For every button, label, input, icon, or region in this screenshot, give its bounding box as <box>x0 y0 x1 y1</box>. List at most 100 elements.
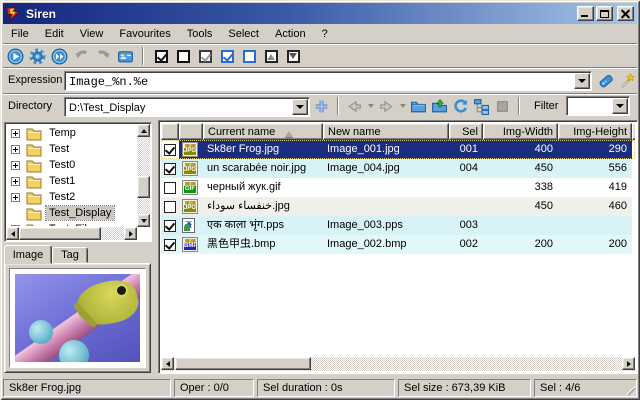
table-row[interactable]: BMP黑色甲虫.bmpImage_002.bmp002200200 <box>161 235 635 254</box>
expand-plus-icon[interactable] <box>11 145 20 154</box>
menu-item-edit[interactable]: Edit <box>37 26 72 42</box>
menu-item-select[interactable]: Select <box>220 26 267 42</box>
invert-check-button[interactable] <box>196 47 214 65</box>
run-button[interactable] <box>6 47 24 65</box>
current-name-cell: Sk8er Frog.jpg <box>203 140 323 159</box>
chevron-down-icon <box>578 79 586 87</box>
menu-item-tools[interactable]: Tools <box>179 26 221 42</box>
row-checkbox[interactable] <box>164 144 176 156</box>
minimize-button[interactable] <box>577 6 594 21</box>
show-tree-button[interactable] <box>472 97 491 116</box>
stop-button[interactable] <box>493 97 512 116</box>
move-up-button[interactable] <box>262 47 280 65</box>
scroll-left-button[interactable] <box>161 357 174 370</box>
tree-item-test_display[interactable]: Test_Display <box>7 205 136 221</box>
directory-input[interactable] <box>66 99 291 116</box>
expand-plus-icon[interactable] <box>11 193 20 202</box>
expand-plus-icon[interactable] <box>11 177 20 186</box>
back-history-dropdown[interactable] <box>366 97 375 116</box>
image-preview-panel <box>4 263 151 373</box>
forward-button[interactable] <box>377 97 396 116</box>
maximize-button[interactable] <box>596 6 613 21</box>
tree-item-temp[interactable]: Temp <box>7 125 136 141</box>
row-checkbox[interactable] <box>164 220 176 232</box>
file-type-cell: JPG <box>179 140 203 159</box>
tag-button[interactable] <box>597 72 615 90</box>
tree-vertical-scrollbar[interactable] <box>137 124 150 227</box>
column-header-sel[interactable]: Sel <box>449 123 483 140</box>
scroll-up-button[interactable] <box>137 124 150 137</box>
chevron-down-icon <box>616 104 624 112</box>
expression-input[interactable] <box>66 73 573 90</box>
row-checkbox[interactable] <box>164 163 176 175</box>
filter-label: Filter <box>534 100 558 112</box>
expand-plus-icon[interactable] <box>11 129 20 138</box>
tree-item-test_fil[interactable]: Test_Fil <box>7 221 136 226</box>
undo-button[interactable] <box>72 47 90 65</box>
forward-history-dropdown[interactable] <box>398 97 407 116</box>
scroll-right-button[interactable] <box>124 227 137 240</box>
close-button[interactable] <box>617 6 634 21</box>
scroll-down-button[interactable] <box>137 214 150 227</box>
menu-item-view[interactable]: View <box>72 26 112 42</box>
row-checkbox[interactable] <box>164 182 176 194</box>
file-list-horizontal-scrollbar[interactable] <box>161 357 635 371</box>
parent-folder-button[interactable] <box>430 97 449 116</box>
filter-dropdown-button[interactable] <box>612 98 628 114</box>
uncheck-selected-button[interactable] <box>240 47 258 65</box>
directory-dropdown-button[interactable] <box>292 99 308 115</box>
uncheck-all-button[interactable] <box>174 47 192 65</box>
browse-folder-button[interactable] <box>409 97 428 116</box>
column-header-img-width[interactable]: Img-Width <box>483 123 558 140</box>
move-down-button[interactable] <box>284 47 302 65</box>
title-bar[interactable]: Siren <box>3 3 637 24</box>
refresh-button[interactable] <box>451 97 470 116</box>
scrollbar-thumb[interactable] <box>19 227 101 240</box>
scroll-left-button[interactable] <box>6 227 19 240</box>
expand-plus-icon[interactable] <box>11 225 20 227</box>
row-checkbox[interactable] <box>164 239 176 251</box>
scrollbar-thumb[interactable] <box>137 176 150 198</box>
tree-item-test1[interactable]: Test1 <box>7 173 136 189</box>
table-row[interactable]: JPGun scarabée noir.jpgImage_004.jpg0044… <box>161 159 635 178</box>
table-row[interactable]: JPGSk8er Frog.jpgImage_001.jpg001400290 <box>161 140 635 159</box>
expression-dropdown-button[interactable] <box>574 73 590 89</box>
resize-grip[interactable] <box>624 384 635 395</box>
add-favourite-button[interactable] <box>312 97 331 116</box>
rename-options-button[interactable] <box>116 47 134 65</box>
expression-divider <box>3 67 637 69</box>
check-selected-button[interactable] <box>218 47 236 65</box>
check-all-button[interactable] <box>152 47 170 65</box>
redo-button[interactable] <box>94 47 112 65</box>
scrollbar-thumb[interactable] <box>175 357 311 370</box>
tree-item-test[interactable]: Test <box>7 141 136 157</box>
file-type-cell <box>179 216 203 235</box>
tree-item-test2[interactable]: Test2 <box>7 189 136 205</box>
tree-item-test0[interactable]: Test0 <box>7 157 136 173</box>
row-checkbox[interactable] <box>164 201 176 213</box>
wizard-button[interactable] <box>618 72 636 90</box>
menu-item-favourites[interactable]: Favourites <box>111 26 178 42</box>
menu-item-action[interactable]: Action <box>267 26 314 42</box>
menu-item-help[interactable]: ? <box>314 26 336 42</box>
tab-tag[interactable]: Tag <box>52 247 88 263</box>
tree-horizontal-scrollbar[interactable] <box>6 227 137 240</box>
column-header-new-name[interactable]: New name <box>323 123 449 140</box>
table-row[interactable]: JPGخنفساء سوداء.jpg450460 <box>161 197 635 216</box>
filter-input[interactable] <box>568 98 611 115</box>
settings-button[interactable] <box>28 47 46 65</box>
tab-image[interactable]: Image <box>4 245 52 264</box>
expand-plus-icon[interactable] <box>11 161 20 170</box>
scroll-right-button[interactable] <box>622 357 635 370</box>
quick-run-button[interactable] <box>50 47 68 65</box>
column-header-col0[interactable] <box>161 123 179 140</box>
menu-bar: FileEditViewFavouritesToolsSelectAction? <box>3 25 637 43</box>
file-type-badge: JPG <box>184 167 196 174</box>
column-header-current-name[interactable]: Current name <box>203 123 323 140</box>
table-row[interactable]: एक काला भृंग.ppsImage_003.pps003 <box>161 216 635 235</box>
table-row[interactable]: GIFчерный жук.gif338419 <box>161 178 635 197</box>
column-header-img-height[interactable]: Img-Height <box>558 123 632 140</box>
back-button[interactable] <box>345 97 364 116</box>
menu-item-file[interactable]: File <box>3 26 37 42</box>
column-header-col1[interactable] <box>179 123 203 140</box>
